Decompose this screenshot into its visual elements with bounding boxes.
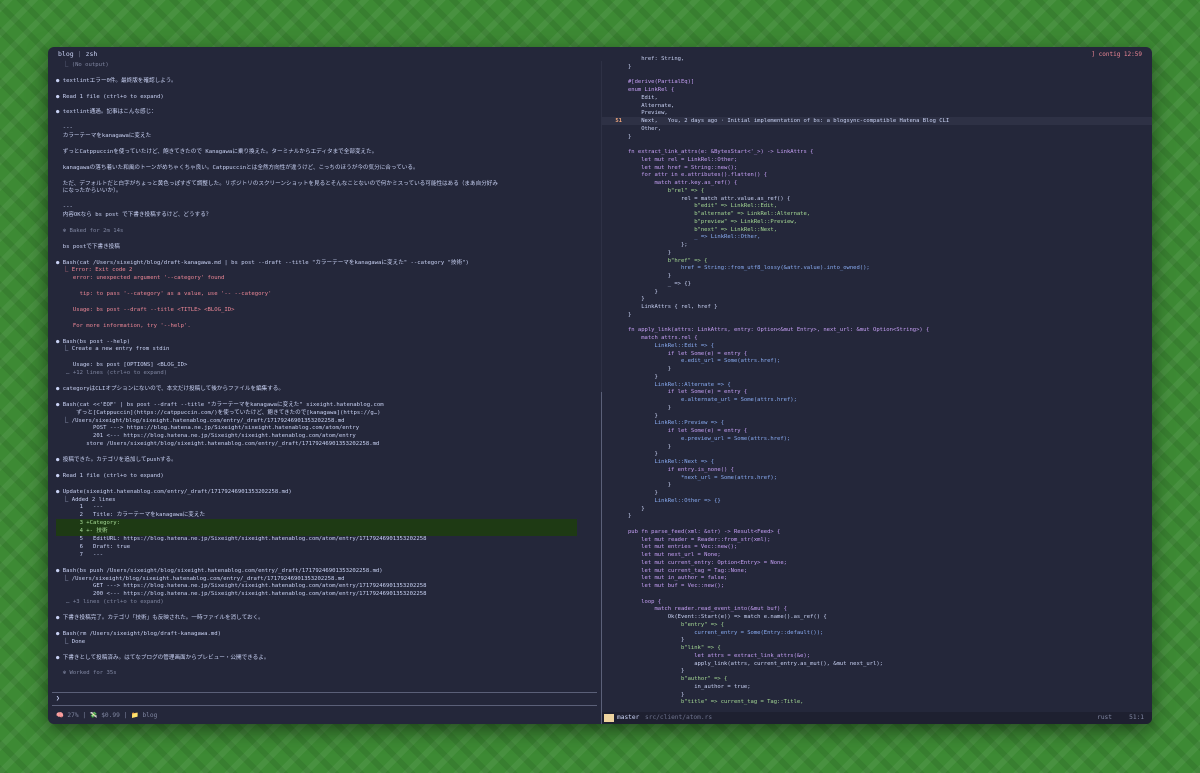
log-line: ● Read 1 file (ctrl+o to expand) [56,93,164,100]
terminal-window: blog | zsh ] contig 12:59 ⎿ (No output) ● t… [48,47,1152,724]
tab-blog[interactable]: blog [58,50,74,58]
log-line: になったからいいか）。 [56,188,122,195]
log-line: Usage: bs post --draft --title <TITLE> <… [56,306,235,313]
code-line[interactable]: b"title" => current_tag = Tag::Title, [602,698,1152,706]
log-line: bs postで下書き投稿 [56,243,120,250]
prompt-symbol: ❯ [56,695,60,702]
log-line: store /Users/sixeight/blog/sixeight.hate… [56,441,380,448]
log-line: ● 投稿できた。カテゴリを追加してpushする。 [56,457,177,463]
cursor-position: 51:1 [1129,714,1144,721]
log-line: 内容OKなら bs post で下書き投稿するけど、どうする？ [56,212,212,219]
tab-bar[interactable]: blog | zsh [58,50,97,59]
log-line: ⎿ (No output) [56,62,109,68]
tab-zsh[interactable]: zsh [86,50,98,58]
log-line: ● 下書き投稿完了。カテゴリ「技術」も反映された。一時ファイルを消しておく。 [56,615,264,621]
log-line: ● categoryはCLIオプションにないので、本文だけ投稿して後からファイル… [56,385,284,392]
code-text: b"title" => current_tag = Tag::Title, [628,699,804,706]
log-line: ずっとCatppuccinを使っていたけど、飽きてきたので Kanagawaに乗… [56,148,378,155]
branch-icon [604,714,614,722]
log-line: ⎿ Done [56,638,86,645]
log-line: 7 --- [56,551,104,558]
log-line: error: unexpected argument '--category' … [56,275,225,282]
branch-name: master [617,714,640,721]
log-line: ✻ Baked for 2m 14s [56,227,124,234]
log-line: … +3 lines (ctrl+o to expand) [56,599,164,606]
log-line: ⎿ Create a new entry from stdin [56,346,170,353]
log-line: … +12 lines (ctrl+o to expand) [56,370,168,377]
claude-pane[interactable]: ⎿ (No output) ● textlintエラー0件。最終版を確認しよう。 ●… [48,61,601,724]
file-path: src/client/atom.rs [645,714,713,721]
log-line: ✻ Worked for 35s [56,670,117,677]
file-language: rust [1097,714,1112,721]
log-line: ● Read 1 file (ctrl+o to expand) [56,472,164,479]
log-line: tip: to pass '--category' as a value, us… [56,291,272,298]
log-line: ただ、デフォルトだと白字がちょっと黄色っぽすぎて調整した。リポジトリのスクリーン… [56,180,498,187]
prompt-input[interactable]: ❯ [52,692,597,706]
log-line: For more information, try '--help'. [56,322,191,329]
log-line: ● textlint通過。記事はこんな感じ： [56,109,157,116]
status-footer: 🧠 27% | 💸 $0.99 | 📁 blog [56,712,158,719]
editor-pane[interactable]: href: String,} #[derive(PartialEq)] enum L… [602,55,1152,724]
editor-statusbar: master src/client/atom.rs rust 51:1 [602,712,1152,724]
log-line: ● 下書きとして投稿済み。はてなブログの管理画面からプレビュー・公開できるよ。 [56,654,270,661]
log-line: ● textlintエラー0件。最終版を確認しよう。 [56,77,177,84]
log-line: カラーテーマをkanagawaに変えた [56,133,152,140]
log-line: kanagawaの落ち着いた和風のトーンがめちゃくちゃ良い。Catppuccin… [56,164,419,171]
